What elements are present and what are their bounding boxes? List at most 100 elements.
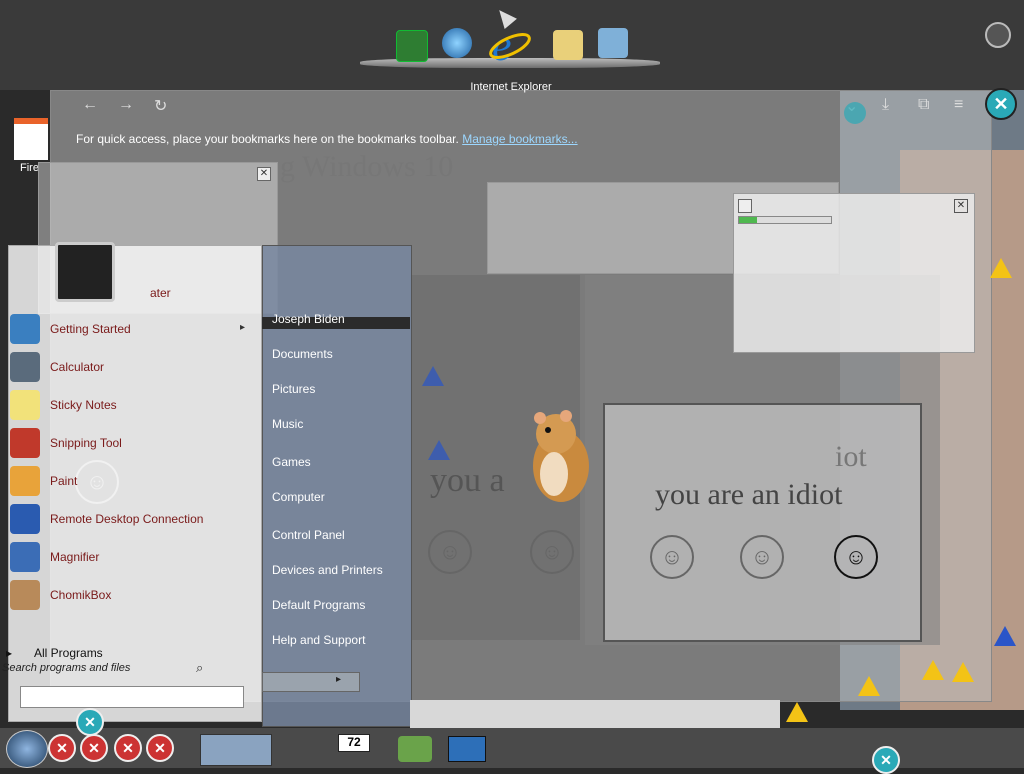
search-icon[interactable]: ⌕	[196, 660, 203, 676]
close-icon[interactable]: ✕	[257, 167, 271, 181]
reload-icon[interactable]: ↻	[154, 96, 167, 116]
close-icon	[844, 102, 866, 124]
shutdown-options-icon[interactable]: ▸	[336, 674, 341, 685]
warning-icon	[428, 440, 450, 460]
dock: e	[360, 21, 660, 70]
browser-toolbar: ← → ↻ ⌄ ⤓ ⧉ ≡	[60, 94, 980, 122]
progress-fill	[739, 217, 757, 223]
start-menu-item-chomikbox[interactable]: ChomikBox	[8, 578, 248, 612]
smiley-icon: ☺	[428, 530, 472, 574]
close-icon[interactable]: ✕	[985, 88, 1017, 120]
search-input[interactable]	[20, 686, 244, 708]
warning-icon	[922, 660, 944, 680]
start-menu-item-label: Sticky Notes	[50, 398, 117, 412]
firefox-desktop-shortcut[interactable]: Fire	[14, 118, 54, 174]
start-menu-place-computer[interactable]: Computer	[272, 490, 325, 504]
globe-icon[interactable]	[442, 28, 472, 58]
close-icon: ✕	[76, 708, 104, 736]
firefox-desktop-label: Fire	[20, 162, 39, 174]
progress-bar	[738, 216, 832, 224]
idiot-text-3: iot	[835, 440, 867, 473]
taskbar-button[interactable]	[200, 734, 272, 766]
close-icon[interactable]: ✕	[954, 199, 968, 213]
start-menu-item-label: Snipping Tool	[50, 436, 122, 450]
start-menu-place-default-programs[interactable]: Default Programs	[272, 598, 365, 612]
start-menu-item-label: Calculator	[50, 360, 105, 374]
start-menu-place-documents[interactable]: Documents	[272, 347, 333, 361]
start-menu-item-sticky-notes[interactable]: Sticky Notes	[8, 388, 248, 422]
sticky-notes-icon	[10, 390, 40, 420]
mail-icon[interactable]	[553, 30, 583, 60]
close-icon: ✕	[872, 746, 900, 774]
hamster-image	[526, 404, 592, 504]
start-menu-item-label: Paint	[50, 474, 78, 488]
taskbar-overlay	[410, 700, 780, 728]
all-programs-button[interactable]: ▸ All Programs	[6, 646, 103, 660]
start-menu-place-games[interactable]: Games	[272, 455, 311, 469]
internet-explorer-icon[interactable]: e	[488, 21, 532, 70]
error-icon: ✕	[146, 734, 174, 762]
start-menu-item-paint[interactable]: Paint	[8, 464, 248, 498]
triangle-right-icon: ▸	[6, 646, 13, 660]
search-placeholder: Search programs and files	[2, 662, 131, 674]
popup-window: ✕	[733, 193, 975, 353]
start-menu-item-label: Remote Desktop Connection	[50, 512, 204, 526]
getting-started-icon	[10, 314, 40, 344]
start-menu-item-snipping-tool[interactable]: Snipping Tool	[8, 426, 248, 460]
start-menu-place-help-and-support[interactable]: Help and Support	[272, 633, 365, 647]
smiley-icon: ☺	[834, 535, 878, 579]
start-menu-item-calculator[interactable]: Calculator	[8, 350, 248, 384]
error-icon: ✕	[48, 734, 76, 762]
snipping-tool-icon	[10, 428, 40, 458]
window-menu-button[interactable]	[985, 22, 1011, 48]
dock-caption: Internet Explorer	[470, 81, 552, 93]
smiley-icon: ☺	[650, 535, 694, 579]
start-menu-item-label: Magnifier	[50, 550, 100, 564]
start-menu-place-control-panel[interactable]: Control Panel	[272, 528, 345, 542]
calculator-icon	[10, 352, 40, 382]
shutdown-button[interactable]	[262, 672, 360, 692]
start-menu-place-pictures[interactable]: Pictures	[272, 382, 315, 396]
forward-arrow-icon[interactable]: →	[118, 96, 134, 114]
start-menu-item-remote-desktop-connection[interactable]: Remote Desktop Connection	[8, 502, 248, 536]
start-menu-place-devices-and-printers[interactable]: Devices and Printers	[272, 563, 383, 577]
remote-desktop-icon	[10, 504, 40, 534]
excel-icon[interactable]	[396, 30, 428, 62]
taskbar-app-icon[interactable]	[448, 736, 486, 762]
paint-icon	[10, 466, 40, 496]
idiot-window-3	[603, 403, 922, 642]
start-button[interactable]	[6, 730, 48, 768]
idiot-text-2: you are an idiot	[655, 478, 843, 511]
people-icon[interactable]	[598, 28, 628, 58]
back-arrow-icon[interactable]: ←	[82, 96, 98, 114]
bookmarks-toolbar: For quick access, place your bookmarks h…	[60, 132, 980, 152]
warning-icon	[858, 676, 880, 696]
idiot-text-1: you a	[430, 462, 505, 499]
firefox-icon	[14, 118, 48, 160]
warning-icon	[422, 366, 444, 386]
svg-text:e: e	[492, 22, 512, 66]
warning-icon	[786, 702, 808, 722]
magnifier-icon	[10, 542, 40, 572]
start-menu-item-label: Getting Started	[50, 322, 131, 336]
start-menu-place-joseph-biden[interactable]: Joseph Biden	[272, 312, 345, 326]
warning-icon	[994, 626, 1016, 646]
start-menu-item-label: ChomikBox	[50, 588, 112, 602]
error-icon: ✕	[80, 734, 108, 762]
background-heading: g Windows 10	[280, 150, 454, 183]
bookmarks-message: For quick access, place your bookmarks h…	[76, 132, 459, 146]
start-menu-partial-item: ater	[150, 286, 171, 300]
extensions-icon[interactable]: ⧉	[918, 96, 929, 114]
hamburger-menu-icon[interactable]: ≡	[954, 96, 963, 114]
download-icon[interactable]: ⤓	[882, 96, 889, 114]
start-menu-place-music[interactable]: Music	[272, 417, 303, 431]
error-icon: ✕	[114, 734, 142, 762]
warning-icon	[990, 258, 1012, 278]
start-menu-item-getting-started[interactable]: Getting Started ▸	[8, 312, 248, 346]
taskbar-app-icon[interactable]	[398, 736, 432, 762]
submenu-arrow-icon: ▸	[240, 322, 246, 333]
manage-bookmarks-link[interactable]: Manage bookmarks...	[462, 132, 577, 146]
user-avatar	[55, 242, 115, 302]
smiley-icon: ☺	[530, 530, 574, 574]
start-menu-item-magnifier[interactable]: Magnifier	[8, 540, 248, 574]
